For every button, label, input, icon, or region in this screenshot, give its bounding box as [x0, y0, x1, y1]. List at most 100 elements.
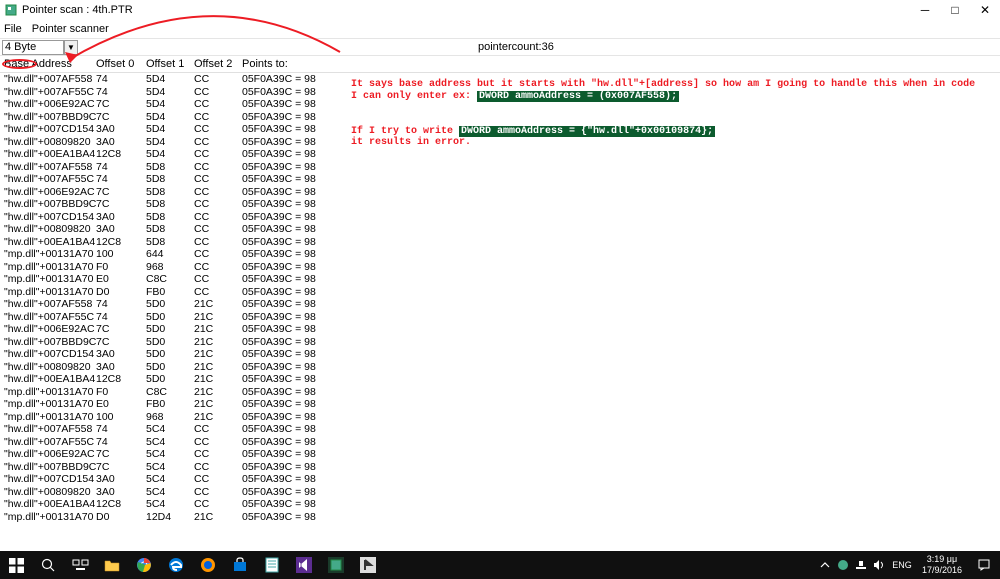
- cell-offset1: 5D8: [142, 198, 190, 210]
- cell-offset2: 21C: [190, 361, 238, 373]
- table-row[interactable]: "hw.dll"+00EA1BA412C85C4CC05F0A39C = 98: [0, 498, 1000, 511]
- table-row[interactable]: "hw.dll"+00EA1BA412C85D021C05F0A39C = 98: [0, 373, 1000, 386]
- task-view-icon[interactable]: [64, 551, 96, 579]
- annotation-line3-code: DWORD ammoAddress = {"hw.dll"+0x00109874…: [459, 126, 715, 137]
- table-row[interactable]: "hw.dll"+007AF558745D8CC05F0A39C = 98: [0, 161, 1000, 174]
- cell-points-to: 05F0A39C = 98: [238, 336, 338, 348]
- cell-offset2: 21C: [190, 386, 238, 398]
- notifications-icon[interactable]: [968, 551, 1000, 579]
- table-row[interactable]: "hw.dll"+007AF55C745D021C05F0A39C = 98: [0, 311, 1000, 324]
- menu-pointer-scanner[interactable]: Pointer scanner: [32, 23, 109, 35]
- col-offset0[interactable]: Offset 0: [92, 58, 142, 70]
- minimize-button[interactable]: ─: [910, 0, 940, 20]
- game-icon[interactable]: [352, 551, 384, 579]
- table-row[interactable]: "hw.dll"+008098203A05C4CC05F0A39C = 98: [0, 486, 1000, 499]
- app-icon: [4, 3, 18, 17]
- annotation-line2: I can only enter ex: DWORD ammoAddress =…: [351, 91, 679, 102]
- cell-offset0: 7C: [92, 111, 142, 123]
- cell-points-to: 05F0A39C = 98: [238, 73, 338, 85]
- col-offset1[interactable]: Offset 1: [142, 58, 190, 70]
- cell-offset1: 5C4: [142, 423, 190, 435]
- cell-offset2: CC: [190, 73, 238, 85]
- cell-offset2: CC: [190, 436, 238, 448]
- table-row[interactable]: "hw.dll"+007CD1543A05D8CC05F0A39C = 98: [0, 211, 1000, 224]
- byte-select[interactable]: 4 Byte: [2, 40, 64, 55]
- start-button[interactable]: [0, 551, 32, 579]
- cell-offset1: 5D0: [142, 298, 190, 310]
- table-row[interactable]: "hw.dll"+007CD1543A05D021C05F0A39C = 98: [0, 348, 1000, 361]
- table-row[interactable]: "hw.dll"+006E92AC7C5C4CC05F0A39C = 98: [0, 448, 1000, 461]
- table-body[interactable]: "hw.dll"+007AF558745D4CC05F0A39C = 98"hw…: [0, 73, 1000, 523]
- cell-offset0: 7C: [92, 336, 142, 348]
- table-row[interactable]: "hw.dll"+006E92AC7C5D021C05F0A39C = 98: [0, 323, 1000, 336]
- notepad-icon[interactable]: [256, 551, 288, 579]
- menu-file[interactable]: File: [4, 23, 22, 35]
- language-indicator[interactable]: ENG: [888, 551, 916, 579]
- table-row[interactable]: "mp.dll"+00131A7010096821C05F0A39C = 98: [0, 411, 1000, 424]
- store-icon[interactable]: [224, 551, 256, 579]
- maximize-button[interactable]: □: [940, 0, 970, 20]
- cell-offset1: C8C: [142, 386, 190, 398]
- network-icon[interactable]: [852, 551, 870, 579]
- tray-app-icon[interactable]: [834, 551, 852, 579]
- table-row[interactable]: "mp.dll"+00131A70D012D421C05F0A39C = 98: [0, 511, 1000, 524]
- table-row[interactable]: "hw.dll"+007BBD9C7C5C4CC05F0A39C = 98: [0, 461, 1000, 474]
- cell-offset1: 5D0: [142, 373, 190, 385]
- cell-offset0: 100: [92, 411, 142, 423]
- cell-offset0: 3A0: [92, 486, 142, 498]
- cell-offset1: 5D0: [142, 348, 190, 360]
- cell-base: "mp.dll"+00131A70: [0, 511, 92, 523]
- cell-offset2: CC: [190, 148, 238, 160]
- visual-studio-icon[interactable]: [288, 551, 320, 579]
- annotation-line4: it results in error.: [351, 137, 471, 148]
- cell-base: "hw.dll"+007AF55C: [0, 86, 92, 98]
- cell-base: "hw.dll"+007AF558: [0, 73, 92, 85]
- table-row[interactable]: "mp.dll"+00131A70E0FB021C05F0A39C = 98: [0, 398, 1000, 411]
- cell-offset1: 5D8: [142, 173, 190, 185]
- table-row[interactable]: "hw.dll"+007BBD9C7C5D8CC05F0A39C = 98: [0, 198, 1000, 211]
- cell-base: "hw.dll"+007AF558: [0, 298, 92, 310]
- table-row[interactable]: "mp.dll"+00131A70100644CC05F0A39C = 98: [0, 248, 1000, 261]
- volume-icon[interactable]: [870, 551, 888, 579]
- cell-base: "hw.dll"+00EA1BA4: [0, 373, 92, 385]
- table-row[interactable]: "mp.dll"+00131A70F0C8C21C05F0A39C = 98: [0, 386, 1000, 399]
- close-button[interactable]: ✕: [970, 0, 1000, 20]
- table-row[interactable]: "hw.dll"+007CD1543A05C4CC05F0A39C = 98: [0, 473, 1000, 486]
- byte-dropdown-icon[interactable]: ▼: [64, 40, 78, 55]
- cell-base: "hw.dll"+007AF55C: [0, 436, 92, 448]
- file-explorer-icon[interactable]: [96, 551, 128, 579]
- cell-base: "mp.dll"+00131A70: [0, 386, 92, 398]
- edge-icon[interactable]: [160, 551, 192, 579]
- table-row[interactable]: "hw.dll"+007AF55C745D8CC05F0A39C = 98: [0, 173, 1000, 186]
- table-row[interactable]: "hw.dll"+008098203A05D4CC05F0A39C = 98: [0, 136, 1000, 149]
- cell-offset0: 74: [92, 73, 142, 85]
- table-row[interactable]: "hw.dll"+007AF558745D021C05F0A39C = 98: [0, 298, 1000, 311]
- table-row[interactable]: "hw.dll"+00EA1BA412C85D4CC05F0A39C = 98: [0, 148, 1000, 161]
- table-row[interactable]: "hw.dll"+007BBD9C7C5D021C05F0A39C = 98: [0, 336, 1000, 349]
- table-row[interactable]: "hw.dll"+007AF55C745C4CC05F0A39C = 98: [0, 436, 1000, 449]
- col-offset2[interactable]: Offset 2: [190, 58, 238, 70]
- cell-base: "mp.dll"+00131A70: [0, 261, 92, 273]
- table-row[interactable]: "hw.dll"+007AF558745C4CC05F0A39C = 98: [0, 423, 1000, 436]
- firefox-icon[interactable]: [192, 551, 224, 579]
- tray-chevron-icon[interactable]: [816, 551, 834, 579]
- cell-offset2: 21C: [190, 511, 238, 523]
- table-row[interactable]: "hw.dll"+007BBD9C7C5D4CC05F0A39C = 98: [0, 111, 1000, 124]
- table-row[interactable]: "hw.dll"+006E92AC7C5D8CC05F0A39C = 98: [0, 186, 1000, 199]
- cell-points-to: 05F0A39C = 98: [238, 361, 338, 373]
- table-row[interactable]: "mp.dll"+00131A70E0C8CCC05F0A39C = 98: [0, 273, 1000, 286]
- search-icon[interactable]: [32, 551, 64, 579]
- cell-base: "hw.dll"+007AF55C: [0, 173, 92, 185]
- table-row[interactable]: "hw.dll"+008098203A05D8CC05F0A39C = 98: [0, 223, 1000, 236]
- chrome-icon[interactable]: [128, 551, 160, 579]
- table-row[interactable]: "hw.dll"+00EA1BA412C85D8CC05F0A39C = 98: [0, 236, 1000, 249]
- table-row[interactable]: "hw.dll"+008098203A05D021C05F0A39C = 98: [0, 361, 1000, 374]
- table-row[interactable]: "mp.dll"+00131A70D0FB0CC05F0A39C = 98: [0, 286, 1000, 299]
- window-title: Pointer scan : 4th.PTR: [22, 4, 996, 16]
- col-base-address[interactable]: Base Address: [0, 58, 92, 70]
- cheat-engine-icon[interactable]: [320, 551, 352, 579]
- table-row[interactable]: "mp.dll"+00131A70F0968CC05F0A39C = 98: [0, 261, 1000, 274]
- cell-offset1: 5D8: [142, 211, 190, 223]
- col-points-to[interactable]: Points to:: [238, 58, 338, 70]
- clock[interactable]: 3:19 μμ 17/9/2016: [916, 554, 968, 576]
